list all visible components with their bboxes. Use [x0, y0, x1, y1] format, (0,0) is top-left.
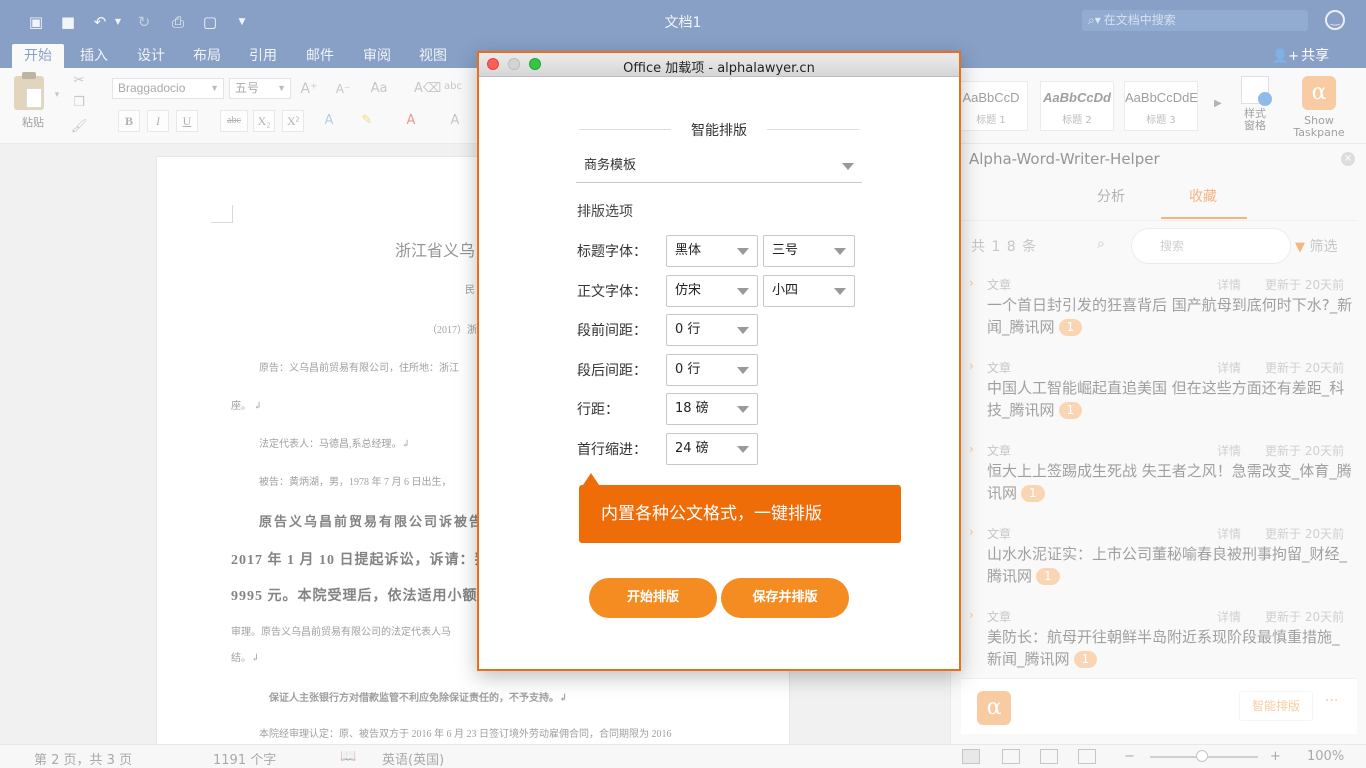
body-size-select[interactable]: 小四: [763, 275, 855, 307]
chevron-down-icon: [737, 367, 749, 374]
select-value: 18 磅: [675, 401, 709, 416]
chevron-down-icon: [737, 288, 749, 295]
tooltip-callout: 内置各种公文格式，一键排版: [579, 473, 901, 543]
select-value: 三号: [772, 243, 799, 258]
chevron-down-icon: [737, 327, 749, 334]
title-font-label: 标题字体：: [577, 244, 647, 260]
chevron-down-icon: [842, 163, 854, 170]
first-line-indent-select[interactable]: 24 磅: [666, 433, 758, 465]
space-before-label: 段前间距：: [577, 323, 647, 339]
save-and-format-button[interactable]: 保存并排版: [721, 578, 849, 618]
space-before-select[interactable]: 0 行: [666, 314, 758, 346]
chevron-down-icon: [834, 288, 846, 295]
line-spacing-select[interactable]: 18 磅: [666, 393, 758, 425]
body-font-select[interactable]: 仿宋: [666, 275, 758, 307]
select-value: 仿宋: [675, 283, 702, 298]
space-after-label: 段后间距：: [577, 363, 647, 379]
template-select[interactable]: 商务模板: [576, 151, 862, 183]
dialog-title: Office 加载项 - alphalawyer.cn: [623, 61, 815, 76]
first-line-indent-label: 首行缩进：: [577, 442, 647, 458]
addin-dialog: Office 加载项 - alphalawyer.cn 智能排版 商务模板 排版…: [477, 51, 961, 671]
title-font-select[interactable]: 黑体: [666, 235, 758, 267]
line-spacing-label: 行距：: [577, 402, 619, 418]
select-value: 0 行: [675, 362, 701, 377]
options-heading: 排版选项: [577, 204, 633, 220]
chevron-down-icon: [737, 248, 749, 255]
chevron-down-icon: [737, 406, 749, 413]
select-value: 0 行: [675, 322, 701, 337]
select-value: 24 磅: [675, 441, 709, 456]
start-format-button[interactable]: 开始排版: [589, 578, 717, 618]
select-value: 小四: [772, 283, 799, 298]
dialog-heading: 智能排版: [691, 123, 747, 139]
chevron-down-icon: [834, 248, 846, 255]
body-font-label: 正文字体：: [577, 284, 647, 300]
select-value: 黑体: [675, 243, 702, 258]
title-size-select[interactable]: 三号: [763, 235, 855, 267]
chevron-down-icon: [737, 446, 749, 453]
space-after-select[interactable]: 0 行: [666, 354, 758, 386]
template-value: 商务模板: [584, 158, 637, 173]
dialog-titlebar: Office 加载项 - alphalawyer.cn: [479, 53, 959, 77]
